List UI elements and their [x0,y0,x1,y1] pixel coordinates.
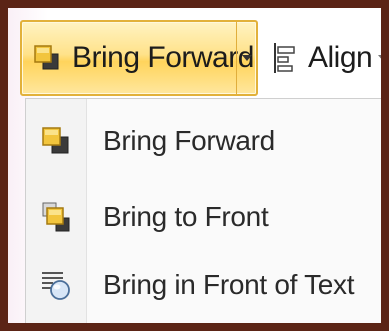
bring-in-front-of-text-icon [42,272,70,300]
menu-item-label: Bring Forward [103,125,275,156]
menu-item-bring-in-front-of-text[interactable]: Bring in Front of Text [26,255,381,315]
menu-item-label: Bring in Front of Text [103,269,355,300]
chevron-down-icon [242,55,252,61]
menu-item-label: Bring to Front [103,201,269,232]
bring-forward-icon [42,127,69,154]
bring-forward-label: Bring Forward [72,41,254,74]
bring-forward-button[interactable]: Bring Forward [22,22,254,94]
bring-forward-dropdown-menu: Bring Forward Bring to Front Bring in Fr… [25,98,381,323]
align-button[interactable]: Align [270,30,381,86]
align-label: Align [308,41,373,74]
menu-item-bring-to-front[interactable]: Bring to Front [26,187,381,247]
bring-forward-icon [34,45,59,70]
bring-forward-dropdown-arrow[interactable] [236,22,257,94]
ribbon-arrange-group: Bring Forward Align [20,20,381,102]
align-dropdown-arrow-icon [378,55,381,61]
bring-forward-split-button[interactable]: Bring Forward [20,20,258,96]
menu-item-bring-forward[interactable]: Bring Forward [26,111,381,171]
bring-to-front-icon [42,202,70,232]
align-icon [274,43,295,73]
screenshot-frame: Bring Forward Align Bring Forward Bring … [0,0,389,331]
